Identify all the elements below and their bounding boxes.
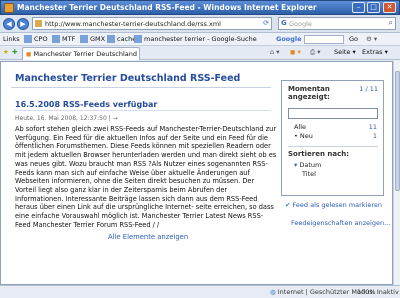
tab-bar: ★ ✚ ◼ Manchester Terrier Deutschland RSS… xyxy=(0,46,400,60)
extras-menu[interactable]: Extras ▾ xyxy=(362,48,388,56)
tab-label: Manchester Terrier Deutschland RSS-Feed xyxy=(33,50,139,58)
link-gmx[interactable]: GMX xyxy=(80,35,105,43)
divider xyxy=(288,146,378,147)
link-mtf[interactable]: MTF xyxy=(52,35,75,43)
bookmark-icon xyxy=(52,35,60,43)
window-title: Manchester Terrier Deutschland RSS-Feed … xyxy=(17,3,317,12)
links-toolbar: Links CPO MTF GMX cache manchester terri… xyxy=(0,33,400,46)
feeds-icon[interactable]: ◼ ▾ xyxy=(290,48,301,56)
checkmark-icon: ✔ xyxy=(285,201,293,209)
zoom-level[interactable]: 100% xyxy=(357,288,376,296)
minimize-button[interactable]: – xyxy=(352,2,365,13)
search-input[interactable]: G Google ⌕ xyxy=(278,17,396,30)
bookmark-icon xyxy=(80,35,88,43)
filter-new[interactable]: • Neu xyxy=(294,132,313,140)
google-icon: G xyxy=(281,19,287,27)
feed-title: Manchester Terrier Deutschland RSS-Feed xyxy=(15,73,241,84)
globe-icon: ◍ xyxy=(270,288,278,296)
item-count: 1 / 11 xyxy=(359,85,378,93)
close-button[interactable]: ✕ xyxy=(383,2,396,13)
search-icon[interactable]: ⌕ xyxy=(389,18,393,28)
link-google-search[interactable]: manchester terrier - Google-Suche xyxy=(134,35,257,43)
google-icon xyxy=(134,35,142,43)
link-cpo[interactable]: CPO xyxy=(24,35,48,43)
current-view-heading: Momentan angezeigt: xyxy=(288,85,330,101)
tab-active[interactable]: ◼ Manchester Terrier Deutschland RSS-Fee… xyxy=(22,47,140,60)
search-placeholder: Google xyxy=(289,20,312,28)
links-label: Links xyxy=(3,35,20,43)
page-menu[interactable]: Seite ▾ xyxy=(334,48,356,56)
filter-all-count: 11 xyxy=(368,123,377,131)
sort-by-date[interactable]: ▾ Datum xyxy=(294,161,321,169)
feed-properties-link[interactable]: Feedeigenschaften anzeigen... xyxy=(291,219,391,227)
security-zone: ◍ Internet | Geschützter Modus: Inaktiv xyxy=(270,288,399,296)
google-toolbar-logo: Google xyxy=(276,35,302,43)
window-titlebar: Manchester Terrier Deutschland RSS-Feed … xyxy=(0,0,400,15)
refresh-icon[interactable]: ⟳ xyxy=(263,19,269,27)
scrollbar-thumb[interactable] xyxy=(395,71,400,191)
add-favorite-icon[interactable]: ✚ xyxy=(12,48,17,56)
google-toolbar-go[interactable]: Go xyxy=(349,35,358,43)
filter-input[interactable] xyxy=(288,108,378,119)
bookmark-icon xyxy=(24,35,32,43)
address-field[interactable]: http://www.manchester-terrier-deutschlan… xyxy=(32,17,272,30)
forward-button[interactable]: ▶ xyxy=(17,18,29,30)
page-content: Manchester Terrier Deutschland RSS-Feed … xyxy=(0,61,393,285)
feed-item-title[interactable]: 16.5.2008 RSS-Feeds verfügbar xyxy=(15,100,157,109)
maximize-button[interactable]: □ xyxy=(367,2,380,13)
address-url: http://www.manchester-terrier-deutschlan… xyxy=(45,20,221,28)
filter-new-count: 1 xyxy=(372,132,377,140)
mark-feed-read-link[interactable]: ✔ Feed als gelesen markieren xyxy=(285,201,385,209)
vertical-scrollbar[interactable] xyxy=(393,61,400,285)
rss-tab-icon: ◼ xyxy=(26,50,32,58)
ie-app-icon xyxy=(4,3,14,13)
feed-side-panel: Momentan angezeigt: 1 / 11 Alle 11 • Neu… xyxy=(281,80,384,196)
bookmark-icon xyxy=(107,35,115,43)
address-toolbar: ◀ ▶ http://www.manchester-terrier-deutsc… xyxy=(0,15,400,33)
link-cache[interactable]: cache xyxy=(107,35,136,43)
google-toolbar-search[interactable] xyxy=(304,35,344,44)
status-bar: ◍ Internet | Geschützter Modus: Inaktiv … xyxy=(0,285,400,298)
home-icon[interactable]: ⌂ ▾ xyxy=(270,48,279,56)
filter-all[interactable]: Alle xyxy=(294,123,306,131)
divider xyxy=(11,87,271,88)
toolbar-settings-icon[interactable]: ⚙ ▾ xyxy=(366,35,377,43)
feed-item-meta: Heute, 16. Mai 2008, 12:37:50 | → xyxy=(15,115,118,122)
feed-item-body: Ab sofort stehen gleich zwei RSS-Feeds a… xyxy=(15,125,277,229)
divider xyxy=(15,110,271,111)
favorites-star-icon[interactable]: ★ xyxy=(3,48,9,56)
back-button[interactable]: ◀ xyxy=(3,18,15,30)
sort-by-title[interactable]: Titel xyxy=(302,170,316,178)
all-items-link[interactable]: Alle Elemente anzeigen xyxy=(108,233,188,241)
page-icon xyxy=(35,20,42,27)
sort-heading: Sortieren nach: xyxy=(288,150,350,158)
print-icon[interactable]: ⎙ ▾ xyxy=(310,48,321,57)
